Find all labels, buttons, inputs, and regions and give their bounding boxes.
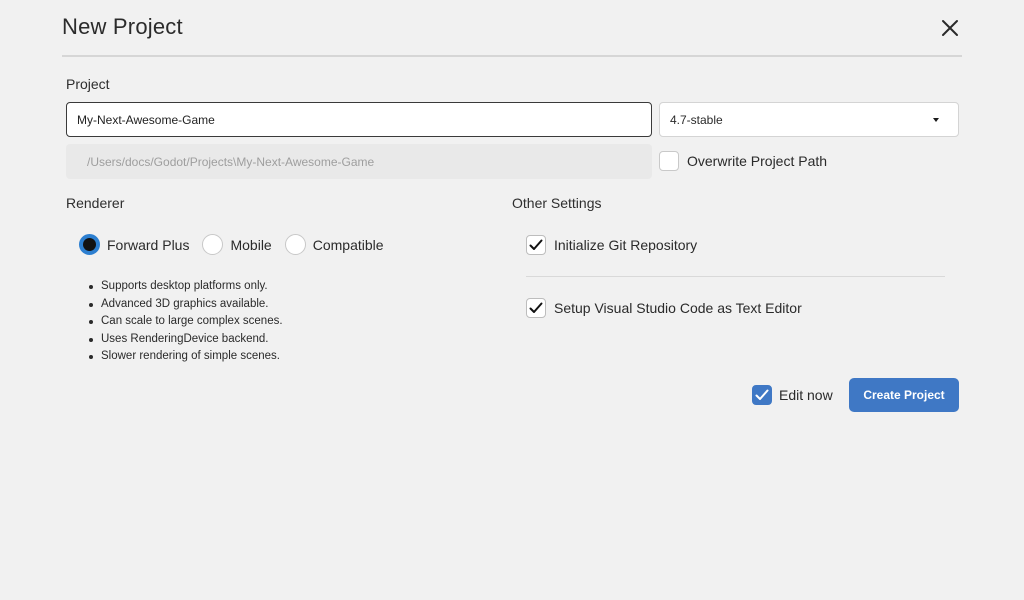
renderer-option-label: Forward Plus [107,236,190,253]
renderer-note: Uses RenderingDevice backend. [89,331,283,349]
overwrite-path-checkbox[interactable] [659,151,679,171]
renderer-option-compatible[interactable]: Compatible [284,234,384,255]
radio-compatible[interactable] [284,234,306,255]
vscode-checkbox[interactable] [526,298,546,318]
renderer-option-mobile[interactable]: Mobile [202,234,272,255]
renderer-options: Forward Plus Mobile Compatible [79,234,384,255]
renderer-note: Advanced 3D graphics available. [89,296,283,314]
renderer-option-label: Mobile [230,236,272,253]
checkmark-icon [529,239,543,250]
checkmark-icon [755,389,769,400]
create-project-button[interactable]: Create Project [849,378,959,412]
dialog-title: New Project [62,14,183,39]
renderer-option-forward-plus[interactable]: Forward Plus [79,234,189,255]
project-name-input[interactable]: My-Next-Awesome-Game [66,102,652,137]
project-path-value: /Users/docs/Godot/Projects\My-Next-Aweso… [87,154,375,169]
radio-mobile[interactable] [202,234,224,255]
vscode-label: Setup Visual Studio Code as Text Editor [554,300,802,316]
close-button[interactable] [936,14,964,42]
git-checkbox[interactable] [526,235,546,255]
git-option[interactable]: Initialize Git Repository [526,235,697,255]
version-select[interactable]: 4.7-stable [659,102,959,137]
project-path-input[interactable]: /Users/docs/Godot/Projects\My-Next-Aweso… [66,144,652,179]
project-name-value: My-Next-Awesome-Game [77,112,215,127]
other-settings-section-label: Other Settings [512,195,602,211]
renderer-section-label: Renderer [66,195,125,211]
renderer-option-label: Compatible [312,236,384,253]
overwrite-path-label: Overwrite Project Path [687,153,828,169]
overwrite-path-option[interactable]: Overwrite Project Path [659,151,827,171]
version-selected-value: 4.7-stable [670,112,723,127]
renderer-notes: Supports desktop platforms only. Advance… [89,278,283,366]
renderer-note: Supports desktop platforms only. [89,278,283,296]
settings-divider [526,276,945,277]
edit-now-option[interactable]: Edit now [752,385,833,405]
dropdown-arrow-icon [933,117,939,122]
vscode-option[interactable]: Setup Visual Studio Code as Text Editor [526,298,802,318]
renderer-note: Slower rendering of simple scenes. [89,348,283,366]
header-divider [62,55,962,57]
project-section-label: Project [66,76,110,92]
renderer-note: Can scale to large complex scenes. [89,313,283,331]
git-label: Initialize Git Repository [554,237,698,253]
radio-forward-plus[interactable] [79,234,100,255]
edit-now-checkbox[interactable] [752,385,772,405]
close-icon[interactable] [941,19,959,37]
checkmark-icon [529,302,543,313]
edit-now-label: Edit now [779,387,833,403]
